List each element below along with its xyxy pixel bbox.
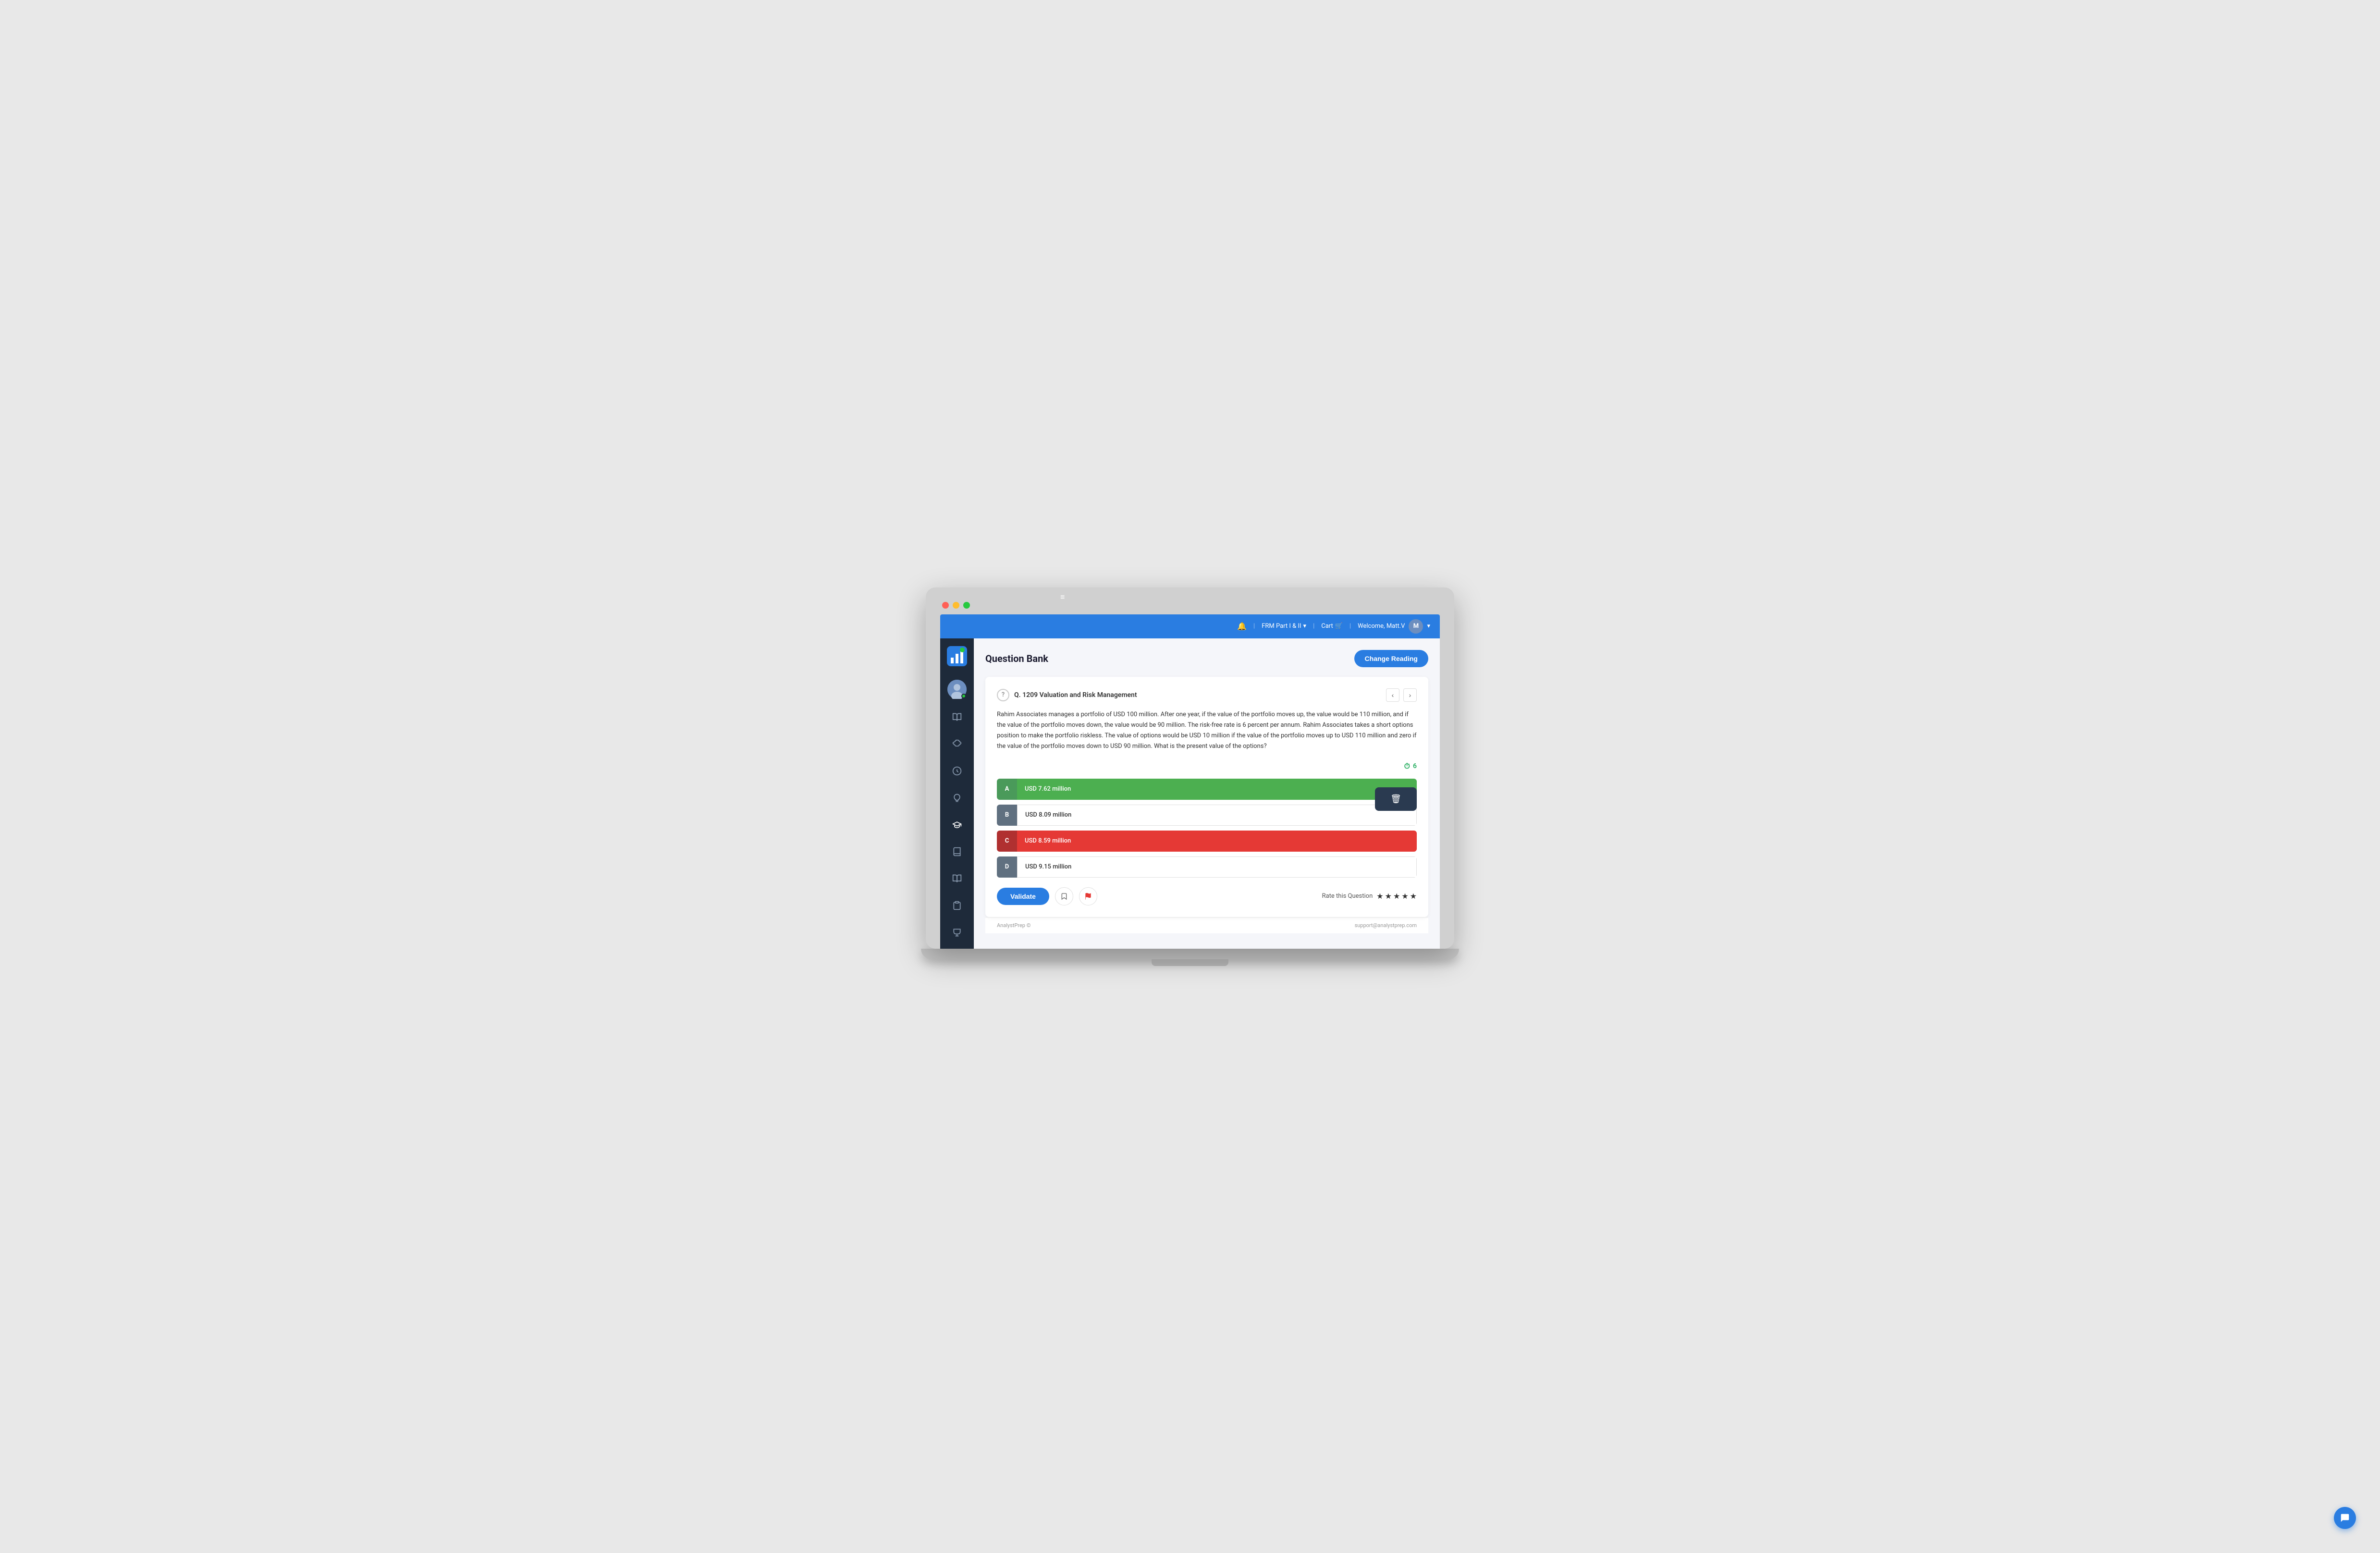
divider-3: | — [1349, 623, 1351, 630]
sidebar-item-brain[interactable] — [948, 735, 966, 753]
sidebar-user[interactable] — [947, 680, 967, 699]
page-title: Question Bank — [985, 653, 1048, 664]
bell-icon[interactable]: 🔔 — [1237, 622, 1247, 631]
option-a[interactable]: A USD 7.62 million — [997, 779, 1417, 800]
sidebar-logo[interactable] — [947, 646, 967, 666]
option-c[interactable]: C USD 8.59 million — [997, 831, 1417, 852]
option-d[interactable]: D USD 9.15 million — [997, 856, 1417, 878]
bottom-controls: Validate — [997, 887, 1417, 905]
divider-2: | — [1313, 623, 1314, 630]
top-header: ≡ 🔔 | FRM Part I & II ▾ | Cart 🛒 | Welco… — [940, 614, 1440, 638]
star-5[interactable]: ★ — [1410, 892, 1417, 901]
user-chevron-icon: ▾ — [1427, 623, 1430, 630]
user-menu[interactable]: Welcome, Matt.V M ▾ — [1358, 619, 1430, 634]
page-footer: AnalystPrep © support@analystprep.com — [985, 917, 1428, 933]
traffic-lights — [940, 602, 1440, 609]
timer-row: ⏱ 6 — [997, 761, 1417, 771]
question-card: ? Q. 1209 Valuation and Risk Management … — [985, 677, 1428, 917]
option-a-text: USD 7.62 million — [1017, 779, 1417, 800]
bookmark-button[interactable] — [1055, 887, 1073, 905]
sidebar-item-book2[interactable] — [948, 870, 966, 887]
copyright: AnalystPrep © — [997, 922, 1031, 929]
frm-chevron-icon: ▾ — [1303, 623, 1307, 630]
delete-button[interactable]: 🗑 — [1375, 787, 1417, 811]
question-header: ? Q. 1209 Valuation and Risk Management … — [997, 688, 1417, 702]
next-question-button[interactable]: › — [1403, 688, 1417, 702]
avatar: M — [1409, 619, 1423, 634]
cart-icon: 🛒 — [1335, 623, 1343, 630]
question-id-row: ? Q. 1209 Valuation and Risk Management — [997, 689, 1137, 701]
page-header: Question Bank Change Reading — [985, 650, 1428, 667]
rating-section: Rate this Question ★ ★ ★ ★ ★ — [1322, 892, 1417, 901]
question-label: Q. 1209 Valuation and Risk Management — [1014, 691, 1137, 699]
content-area: Question Bank Change Reading ? Q. 1209 V… — [974, 638, 1440, 949]
traffic-light-yellow — [953, 602, 959, 609]
star-4[interactable]: ★ — [1401, 892, 1408, 901]
flag-button[interactable] — [1079, 887, 1097, 905]
timer-value: 6 — [1413, 762, 1417, 770]
sidebar-item-analytics[interactable] — [948, 762, 966, 780]
timer-icon: ⏱ — [1404, 761, 1410, 771]
online-dot — [961, 694, 966, 698]
question-body: Rahim Associates manages a portfolio of … — [997, 709, 1417, 752]
support-email: support@analystprep.com — [1355, 922, 1417, 929]
cart-button[interactable]: Cart 🛒 — [1321, 623, 1343, 630]
frm-selector[interactable]: FRM Part I & II ▾ — [1262, 623, 1306, 630]
rating-label: Rate this Question — [1322, 893, 1373, 900]
traffic-light-green — [963, 602, 970, 609]
traffic-light-red — [942, 602, 949, 609]
laptop-bezel: ≡ 🔔 | FRM Part I & II ▾ | Cart 🛒 | Welco… — [926, 587, 1454, 949]
sidebar — [940, 638, 974, 949]
star-1[interactable]: ★ — [1376, 892, 1383, 901]
star-3[interactable]: ★ — [1393, 892, 1400, 901]
sidebar-item-notebook[interactable] — [948, 843, 966, 860]
welcome-label: Welcome, Matt.V — [1358, 623, 1405, 630]
option-d-letter: D — [997, 856, 1017, 878]
frm-label: FRM Part I & II — [1262, 623, 1301, 630]
laptop-wrapper: ≡ 🔔 | FRM Part I & II ▾ | Cart 🛒 | Welco… — [926, 587, 1454, 966]
laptop-stand — [1152, 959, 1228, 966]
tools-panel: 🗑 — [1375, 787, 1417, 811]
option-d-text: USD 9.15 million — [1017, 856, 1417, 878]
option-b-text: USD 8.09 million — [1017, 805, 1417, 826]
cart-label: Cart — [1321, 623, 1333, 630]
stars: ★ ★ ★ ★ ★ — [1376, 892, 1417, 901]
question-help-icon: ? — [997, 689, 1009, 701]
sidebar-item-lightbulb[interactable] — [948, 789, 966, 807]
star-2[interactable]: ★ — [1385, 892, 1392, 901]
option-b[interactable]: B USD 8.09 million — [997, 805, 1417, 826]
option-c-letter: C — [997, 831, 1017, 852]
sidebar-item-clipboard[interactable] — [948, 897, 966, 914]
sidebar-item-trophy[interactable] — [948, 924, 966, 941]
question-nav: ‹ › — [1386, 688, 1417, 702]
laptop-base — [921, 949, 1459, 959]
sidebar-item-graduation[interactable] — [948, 816, 966, 833]
main-layout: Question Bank Change Reading ? Q. 1209 V… — [940, 638, 1440, 949]
option-c-text: USD 8.59 million — [1017, 831, 1417, 852]
sidebar-item-book[interactable] — [948, 709, 966, 726]
change-reading-button[interactable]: Change Reading — [1354, 650, 1428, 667]
divider-1: | — [1253, 623, 1255, 630]
validate-button[interactable]: Validate — [997, 888, 1049, 905]
option-a-letter: A — [997, 779, 1017, 800]
prev-question-button[interactable]: ‹ — [1386, 688, 1399, 702]
option-b-letter: B — [997, 805, 1017, 826]
screen-content: ≡ 🔔 | FRM Part I & II ▾ | Cart 🛒 | Welco… — [940, 614, 1440, 949]
options-list: A USD 7.62 million B USD 8.09 million C — [997, 779, 1417, 878]
